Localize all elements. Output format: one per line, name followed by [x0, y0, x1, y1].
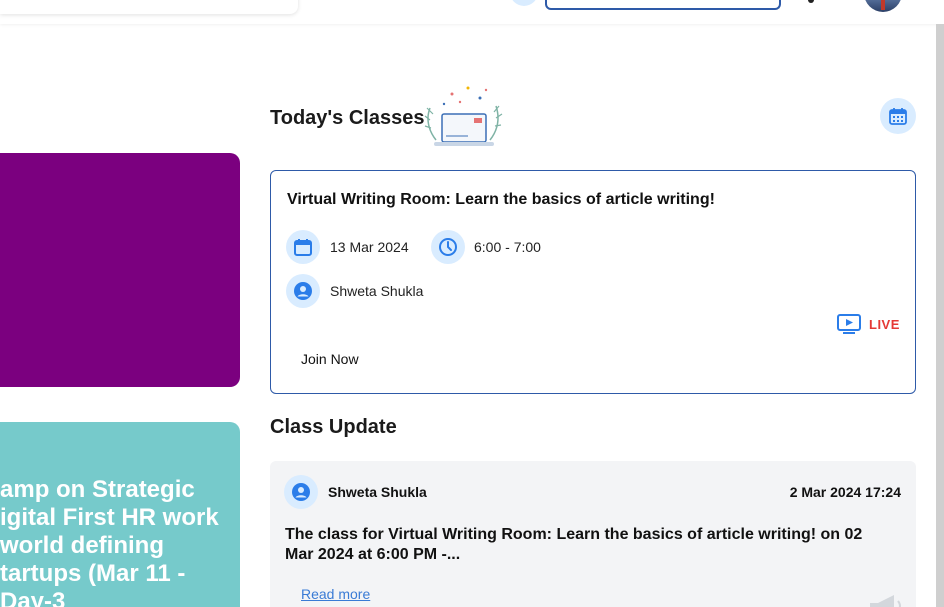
class-instructor: Shweta Shukla — [330, 283, 424, 299]
live-indicator: LIVE — [837, 314, 900, 334]
chevron-down-icon[interactable] — [808, 0, 814, 3]
scrollbar[interactable] — [936, 24, 944, 607]
live-status: LIVE — [869, 316, 900, 332]
class-date: 13 Mar 2024 — [330, 239, 409, 255]
calendar-icon — [889, 108, 907, 125]
class-update-title: Class Update — [270, 416, 397, 438]
banner-teal-text: amp on Strategic igital First HR work wo… — [0, 476, 219, 607]
read-more-link[interactable]: Read more — [301, 586, 370, 602]
user-avatar[interactable] — [864, 0, 902, 12]
user-icon — [286, 274, 320, 308]
clock-icon — [431, 230, 465, 264]
banner-teal[interactable]: amp on Strategic igital First HR work wo… — [0, 422, 240, 607]
update-author: Shweta Shukla — [328, 484, 427, 500]
top-left-panel — [0, 0, 298, 14]
update-message: The class for Virtual Writing Room: Lear… — [285, 526, 863, 563]
notification-icon[interactable] — [510, 0, 538, 6]
join-now-button[interactable]: Join Now — [301, 351, 359, 367]
video-screen-icon — [837, 314, 861, 334]
top-bar — [0, 0, 944, 24]
laptop-illustration-icon — [422, 80, 504, 154]
search-input[interactable] — [545, 0, 781, 10]
banner-purple[interactable] — [0, 153, 240, 387]
user-icon — [284, 475, 318, 509]
class-update-card: Shweta Shukla 2 Mar 2024 17:24 The class… — [270, 461, 916, 607]
megaphone-icon — [866, 591, 906, 607]
update-timestamp: 2 Mar 2024 17:24 — [789, 484, 901, 500]
calendar-button[interactable] — [880, 98, 916, 134]
class-card[interactable]: Virtual Writing Room: Learn the basics o… — [270, 170, 916, 394]
todays-classes-title: Today's Classes — [270, 107, 425, 129]
date-icon — [286, 230, 320, 264]
class-time: 6:00 - 7:00 — [474, 239, 541, 255]
class-title: Virtual Writing Room: Learn the basics o… — [287, 191, 715, 208]
